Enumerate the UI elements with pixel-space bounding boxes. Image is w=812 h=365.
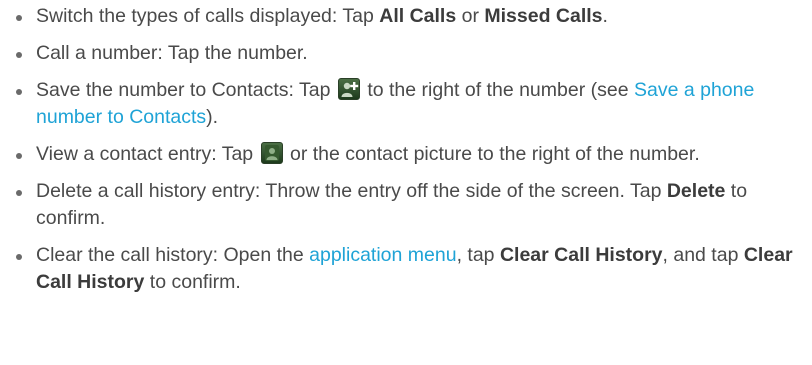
item-text: , tap — [456, 244, 500, 266]
item-text: Save the number to Contacts: Tap — [36, 79, 336, 101]
item-text: . — [602, 5, 608, 27]
list-item-view-contact: View a contact entry: Tap or the contact… — [10, 141, 800, 168]
item-text: or the contact picture to the right of t… — [284, 143, 700, 165]
missed-calls-term: Missed Calls — [484, 5, 603, 27]
bullet-icon — [16, 15, 22, 21]
item-text: Switch the types of calls displayed: Tap — [36, 5, 380, 27]
item-text: Clear the call history: Open the — [36, 244, 310, 266]
bullet-icon — [16, 254, 22, 260]
bullet-icon — [16, 89, 22, 95]
instruction-list: Switch the types of calls displayed: Tap… — [10, 3, 800, 296]
list-item-clear-history: Clear the call history: Open the applica… — [10, 242, 800, 296]
bullet-icon — [16, 153, 22, 159]
item-text: to the right of the number (see — [361, 79, 634, 101]
item-text: Call a number: Tap the number. — [36, 42, 308, 64]
item-text: View a contact entry: Tap — [36, 143, 259, 165]
all-calls-term: All Calls — [379, 5, 457, 27]
item-text: Delete a call history entry: Throw the e… — [36, 180, 667, 202]
item-text: ). — [206, 106, 219, 128]
list-item-save-number: Save the number to Contacts: Tap to the … — [10, 77, 800, 131]
bullet-icon — [16, 190, 22, 196]
list-item-switch-call-types: Switch the types of calls displayed: Tap… — [10, 3, 800, 30]
item-text: to confirm. — [144, 271, 241, 293]
item-text: , and tap — [662, 244, 744, 266]
bullet-icon — [16, 52, 22, 58]
item-text: or — [456, 5, 485, 27]
list-item-call-number: Call a number: Tap the number. — [10, 40, 800, 67]
delete-term: Delete — [666, 180, 726, 202]
contact-icon — [260, 142, 283, 164]
list-item-delete-entry: Delete a call history entry: Throw the e… — [10, 178, 800, 232]
application-menu-link[interactable]: application menu — [309, 244, 456, 266]
clear-call-history-term: Clear Call History — [499, 244, 663, 266]
add-contact-icon — [337, 78, 360, 100]
